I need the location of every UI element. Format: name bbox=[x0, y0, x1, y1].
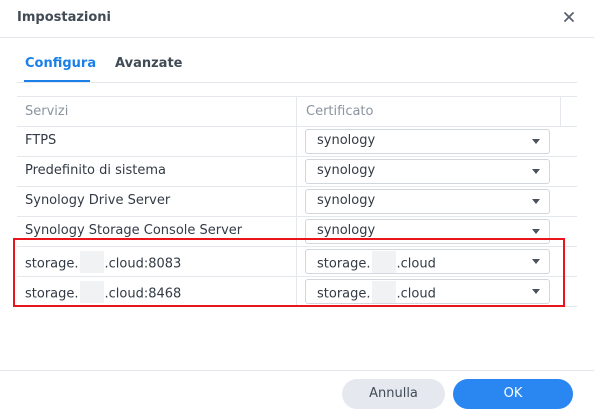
service-name-prefix: storage. bbox=[25, 256, 79, 272]
table-row[interactable]: storage. .cloud:8468 storage. .cloud bbox=[17, 277, 577, 307]
chevron-down-icon bbox=[532, 259, 540, 264]
certificate-select[interactable]: storage. .cloud bbox=[305, 279, 550, 304]
column-divider bbox=[296, 247, 297, 276]
certificate-select[interactable]: synology bbox=[305, 159, 550, 184]
chevron-down-icon bbox=[532, 199, 540, 204]
table-row[interactable]: storage. .cloud:8083 storage. .cloud bbox=[17, 247, 577, 277]
title-bar: Impostazioni bbox=[0, 0, 594, 38]
certificate-value: synology bbox=[317, 133, 376, 148]
certificate-select[interactable]: synology bbox=[305, 219, 550, 244]
dialog-title: Impostazioni bbox=[17, 10, 112, 25]
table-row[interactable]: FTPS synology bbox=[17, 127, 577, 157]
table-header: Servizi Certificato bbox=[17, 96, 577, 127]
service-name-prefix: storage. bbox=[25, 286, 79, 302]
ok-button[interactable]: OK bbox=[453, 379, 573, 409]
column-divider bbox=[296, 127, 297, 156]
column-divider bbox=[296, 277, 297, 306]
certificate-suffix: .cloud bbox=[396, 286, 436, 302]
service-name: storage. .cloud:8468 bbox=[25, 281, 182, 305]
certificate-value: synology bbox=[317, 163, 376, 178]
service-name-suffix: .cloud:8083 bbox=[104, 256, 182, 272]
tabs-divider bbox=[17, 82, 577, 83]
service-name: Synology Storage Console Server bbox=[25, 223, 243, 238]
redacted-block bbox=[79, 251, 104, 273]
table-row[interactable]: Synology Drive Server synology bbox=[17, 187, 577, 217]
service-name: Predefinito di sistema bbox=[25, 163, 167, 178]
certificate-value: synology bbox=[317, 223, 376, 238]
redacted-block bbox=[371, 281, 396, 303]
certificate-value: synology bbox=[317, 193, 376, 208]
column-divider bbox=[296, 157, 297, 186]
column-divider bbox=[296, 217, 297, 246]
column-header-servizi[interactable]: Servizi bbox=[25, 104, 68, 119]
chevron-down-icon bbox=[532, 169, 540, 174]
service-name: Synology Drive Server bbox=[25, 193, 171, 208]
cancel-button[interactable]: Annulla bbox=[342, 379, 445, 409]
chevron-down-icon bbox=[532, 289, 540, 294]
tab-configura[interactable]: Configura bbox=[25, 56, 96, 71]
certificate-select[interactable]: synology bbox=[305, 189, 550, 214]
column-divider bbox=[560, 97, 561, 126]
certificate-value: storage. .cloud bbox=[317, 281, 436, 305]
column-divider bbox=[296, 187, 297, 216]
certificate-prefix: storage. bbox=[317, 256, 371, 272]
column-header-certificato[interactable]: Certificato bbox=[306, 104, 373, 119]
tab-avanzate[interactable]: Avanzate bbox=[115, 56, 182, 71]
service-name: storage. .cloud:8083 bbox=[25, 251, 182, 275]
certificate-value: storage. .cloud bbox=[317, 251, 436, 275]
table-row[interactable]: Predefinito di sistema synology bbox=[17, 157, 577, 187]
certificate-select[interactable]: synology bbox=[305, 129, 550, 154]
certificate-suffix: .cloud bbox=[396, 256, 436, 272]
footer-divider bbox=[0, 370, 594, 371]
redacted-block bbox=[371, 251, 396, 273]
chevron-down-icon bbox=[532, 139, 540, 144]
service-name-suffix: .cloud:8468 bbox=[104, 286, 182, 302]
column-divider bbox=[296, 97, 297, 126]
close-icon[interactable] bbox=[560, 8, 578, 26]
table-row[interactable]: Synology Storage Console Server synology bbox=[17, 217, 577, 247]
certificate-select[interactable]: storage. .cloud bbox=[305, 249, 550, 274]
settings-dialog: Impostazioni Configura Avanzate Servizi … bbox=[0, 0, 594, 413]
chevron-down-icon bbox=[532, 229, 540, 234]
certificate-prefix: storage. bbox=[317, 286, 371, 302]
service-name: FTPS bbox=[25, 133, 57, 148]
certificate-table: Servizi Certificato FTPS synology Predef… bbox=[17, 96, 577, 307]
redacted-block bbox=[79, 281, 104, 303]
